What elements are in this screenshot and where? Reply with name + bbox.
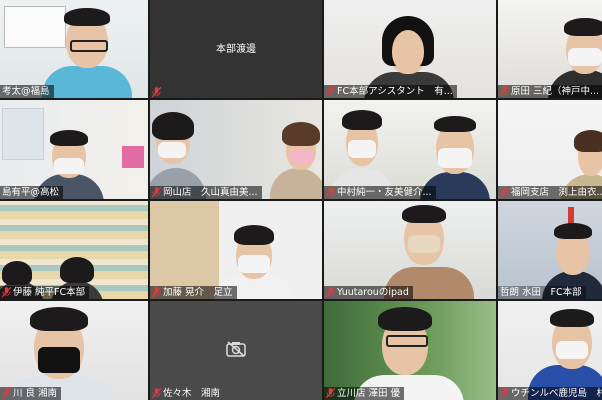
video-tile[interactable]: 哲朗 水田 FC本部 <box>498 201 602 299</box>
muted-mic-icon <box>326 187 335 198</box>
participant-name-center: 本部渡邊 <box>216 44 256 55</box>
video-tile[interactable]: 立川店 澤田 優 <box>324 301 496 400</box>
muted-mic-icon <box>326 86 335 97</box>
video-tile[interactable]: ウチンルベ鹿児島 村... <box>498 301 602 400</box>
video-tile[interactable]: 考太@福島 <box>0 0 148 98</box>
video-tile[interactable]: FC本部アシスタント 有... <box>324 0 496 98</box>
participant-name-label: 加藤 晃介 足立 <box>150 286 237 299</box>
participant-name-label: 島有平@高松 <box>0 186 64 199</box>
video-tile[interactable]: 島有平@高松 <box>0 100 148 199</box>
participant-name-label: 立川店 澤田 優 <box>324 387 405 400</box>
muted-mic-icon <box>152 187 161 198</box>
video-tile[interactable]: 福岡支店 渕上由衣... <box>498 100 602 199</box>
video-tile[interactable]: 川 良 湘南 <box>0 301 148 400</box>
video-tile[interactable]: 佐々木 湘南 <box>150 301 322 400</box>
video-tile[interactable]: 加藤 晃介 足立 <box>150 201 322 299</box>
video-grid: 考太@福島 本部渡邊 FC本部アシスタント 有... 原田 三紀（神戸中... <box>0 0 602 400</box>
muted-mic-icon <box>2 287 11 298</box>
video-tile[interactable]: Yuutarouのipad <box>324 201 496 299</box>
video-tile[interactable]: 中村純一・友美健介... <box>324 100 496 199</box>
participant-name-label: 中村純一・友美健介... <box>324 186 436 199</box>
muted-mic-icon <box>152 87 161 98</box>
participant-name-label: Yuutarouのipad <box>324 286 413 299</box>
muted-mic-icon <box>326 287 335 298</box>
participant-name-label <box>150 87 165 98</box>
camera-off-icon <box>226 341 246 357</box>
participant-name-label: 川 良 湘南 <box>0 387 62 400</box>
video-tile[interactable]: 伊藤 純平FC本部 <box>0 201 148 299</box>
participant-name-label: 伊藤 純平FC本部 <box>0 286 90 299</box>
muted-mic-icon <box>2 388 11 399</box>
participant-name-label: 岡山店 久山真由美... <box>150 186 262 199</box>
video-tile[interactable]: 本部渡邊 <box>150 0 322 98</box>
video-tile[interactable]: 原田 三紀（神戸中... <box>498 0 602 98</box>
muted-mic-icon <box>500 86 509 97</box>
muted-mic-icon <box>500 388 509 399</box>
participant-name-label: 佐々木 湘南 <box>150 387 224 400</box>
muted-mic-icon <box>500 187 509 198</box>
participant-name-label: 原田 三紀（神戸中... <box>498 85 602 98</box>
participant-name-label: 考太@福島 <box>0 85 54 98</box>
video-tile[interactable]: 岡山店 久山真由美... <box>150 100 322 199</box>
participant-name-label: 福岡支店 渕上由衣... <box>498 186 602 199</box>
participant-name-label: FC本部アシスタント 有... <box>324 85 457 98</box>
participant-name-label: 哲朗 水田 FC本部 <box>498 286 586 299</box>
participant-name-label: ウチンルベ鹿児島 村... <box>498 387 602 400</box>
muted-mic-icon <box>326 388 335 399</box>
muted-mic-icon <box>152 287 161 298</box>
muted-mic-icon <box>152 388 161 399</box>
